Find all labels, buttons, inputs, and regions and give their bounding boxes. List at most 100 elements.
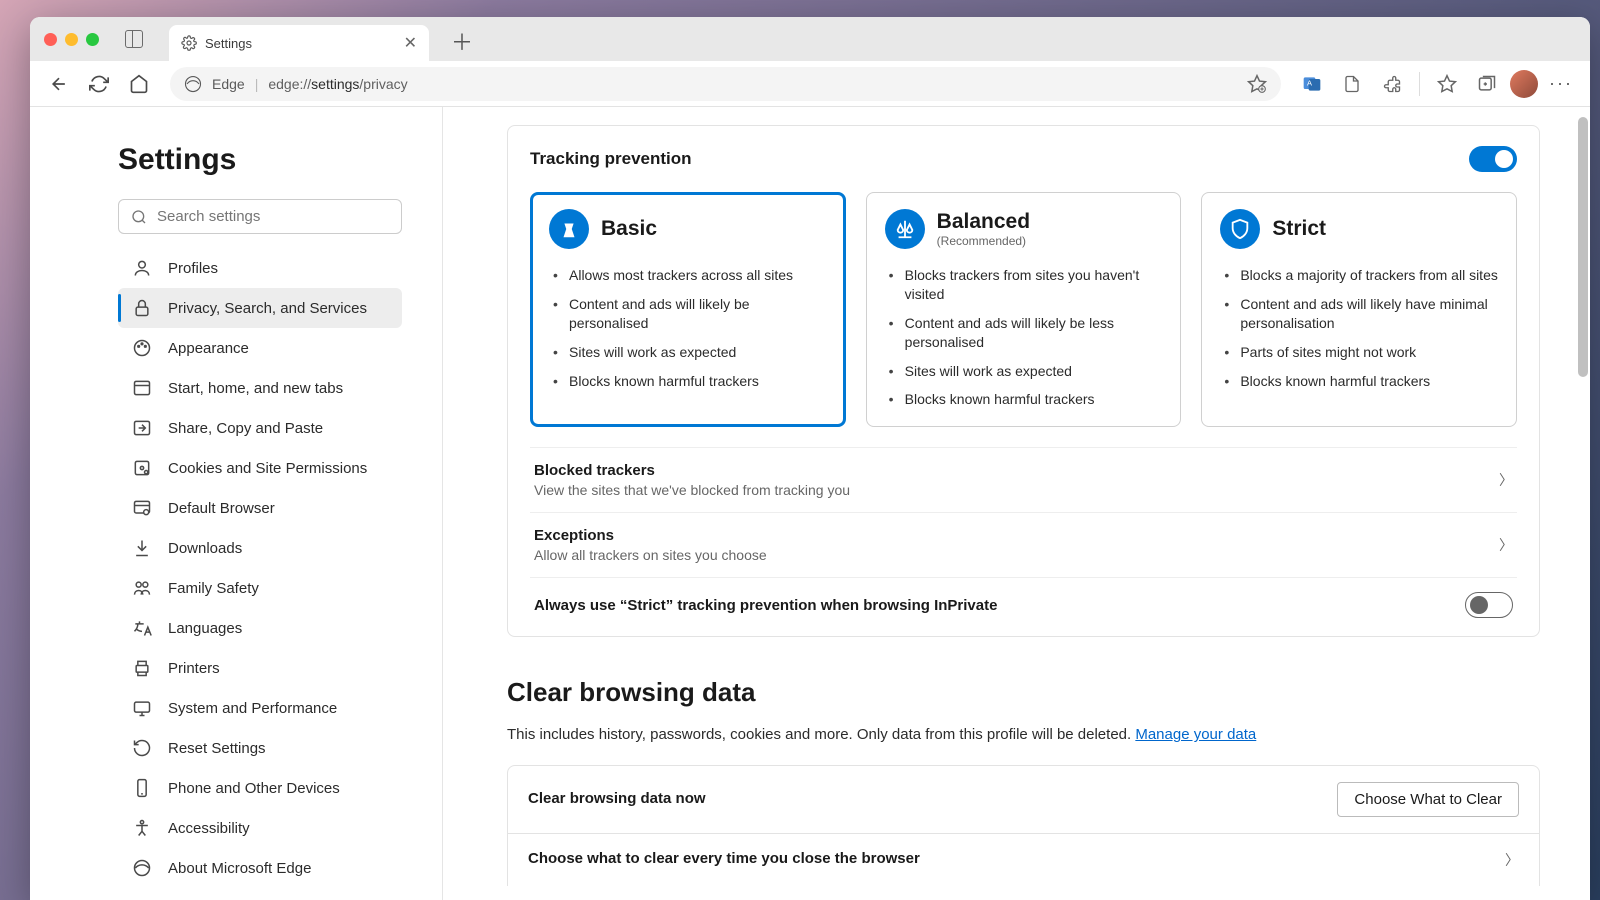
collections-button[interactable] — [1470, 67, 1504, 101]
exceptions-title: Exceptions — [534, 527, 1487, 544]
tracking-toggle[interactable] — [1469, 146, 1517, 172]
address-divider: | — [255, 76, 259, 92]
settings-nav: ProfilesPrivacy, Search, and Services App… — [118, 248, 402, 888]
blocked-trackers-row[interactable]: Blocked trackers View the sites that we'… — [530, 447, 1517, 512]
sidebar-item-reset[interactable]: Reset Settings — [118, 728, 402, 768]
choose-clear-button[interactable]: Choose What to Clear — [1337, 782, 1519, 817]
sidebar-item-label: Phone and Other Devices — [168, 780, 340, 797]
manage-data-link[interactable]: Manage your data — [1135, 726, 1256, 743]
address-brand: Edge — [212, 76, 245, 92]
settings-main: Tracking prevention BasicAllows most tra… — [443, 107, 1590, 900]
settings-sidebar: Settings Search settings ProfilesPrivacy… — [30, 107, 443, 900]
card-point: Sites will work as expected — [889, 357, 1163, 386]
chevron-right-icon: 〉 — [1505, 850, 1519, 870]
tracking-level-cards: BasicAllows most trackers across all sit… — [530, 192, 1517, 427]
card-title: Basic — [601, 217, 657, 240]
sidebar-item-label: About Microsoft Edge — [168, 860, 311, 877]
minimize-window-button[interactable] — [65, 33, 78, 46]
sidebar-item-label: System and Performance — [168, 700, 337, 717]
refresh-button[interactable] — [82, 67, 116, 101]
clear-data-desc: This includes history, passwords, cookie… — [507, 726, 1540, 743]
card-icon — [549, 209, 589, 249]
home-button[interactable] — [122, 67, 156, 101]
blocked-trackers-title: Blocked trackers — [534, 462, 1487, 479]
card-subtitle: (Recommended) — [937, 234, 1030, 248]
read-aloud-icon[interactable] — [1335, 67, 1369, 101]
maximize-window-button[interactable] — [86, 33, 99, 46]
favorite-icon[interactable] — [1247, 74, 1267, 94]
strict-inprivate-toggle[interactable] — [1465, 592, 1513, 618]
sidebar-item-phone[interactable]: Phone and Other Devices — [118, 768, 402, 808]
sidebar-item-label: Accessibility — [168, 820, 250, 837]
exceptions-desc: Allow all trackers on sites you choose — [534, 547, 1487, 563]
card-point: Blocks trackers from sites you haven't v… — [889, 261, 1163, 309]
sidebar-item-printer[interactable]: Printers — [118, 648, 402, 688]
clear-data-heading: Clear browsing data — [507, 677, 1540, 708]
sidebar-item-system[interactable]: System and Performance — [118, 688, 402, 728]
back-button[interactable] — [42, 67, 76, 101]
tracking-card-strict[interactable]: Strict Blocks a majority of trackers from… — [1201, 192, 1517, 427]
scrollbar[interactable] — [1578, 117, 1588, 377]
card-point: Blocks a majority of trackers from all s… — [1224, 261, 1498, 290]
settings-search-input[interactable]: Search settings — [118, 199, 402, 234]
tracking-heading: Tracking prevention — [530, 149, 692, 169]
clear-on-close-row[interactable]: Choose what to clear every time you clos… — [507, 833, 1540, 886]
gear-icon — [181, 35, 197, 51]
tracking-card-basic[interactable]: BasicAllows most trackers across all sit… — [530, 192, 846, 427]
card-point: Content and ads will likely be less pers… — [889, 309, 1163, 357]
sidebar-item-family[interactable]: Family Safety — [118, 568, 402, 608]
tab-close-button[interactable]: ✕ — [404, 33, 417, 53]
sidebar-item-window[interactable]: Start, home, and new tabs — [118, 368, 402, 408]
browser-toolbar: Edge | edge://settings/privacy A ··· — [30, 61, 1590, 107]
exceptions-row[interactable]: Exceptions Allow all trackers on sites y… — [530, 512, 1517, 577]
sidebar-item-browser[interactable]: Default Browser — [118, 488, 402, 528]
extensions-icon[interactable] — [1375, 67, 1409, 101]
tab-settings[interactable]: Settings ✕ — [169, 25, 429, 61]
tab-overview-icon[interactable] — [125, 30, 143, 48]
card-point: Blocks known harmful trackers — [553, 367, 827, 396]
browser-window: Settings ✕ ＋ Edge | edge://settings/priv… — [30, 17, 1590, 900]
card-points: Blocks trackers from sites you haven't v… — [885, 261, 1163, 414]
card-point: Blocks known harmful trackers — [1224, 367, 1498, 396]
address-bar[interactable]: Edge | edge://settings/privacy — [170, 67, 1281, 101]
sidebar-item-share[interactable]: Share, Copy and Paste — [118, 408, 402, 448]
sidebar-item-label: Languages — [168, 620, 242, 637]
sidebar-item-edge[interactable]: About Microsoft Edge — [118, 848, 402, 888]
profile-avatar[interactable] — [1510, 70, 1538, 98]
search-placeholder: Search settings — [157, 208, 260, 225]
more-menu-button[interactable]: ··· — [1544, 67, 1578, 101]
card-point: Content and ads will likely be personali… — [553, 290, 827, 338]
sidebar-item-label: Start, home, and new tabs — [168, 380, 343, 397]
clear-now-row: Clear browsing data now Choose What to C… — [507, 765, 1540, 833]
card-point: Content and ads will likely have minimal… — [1224, 290, 1498, 338]
favorites-button[interactable] — [1430, 67, 1464, 101]
card-title: Balanced — [937, 210, 1030, 233]
sidebar-item-palette[interactable]: Appearance — [118, 328, 402, 368]
clear-on-close-label: Choose what to clear every time you clos… — [528, 850, 920, 867]
close-window-button[interactable] — [44, 33, 57, 46]
card-points: Blocks a majority of trackers from all s… — [1220, 261, 1498, 395]
sidebar-item-label: Printers — [168, 660, 220, 677]
edge-logo-icon — [184, 75, 202, 93]
sidebar-item-profile[interactable]: Profiles — [118, 248, 402, 288]
sidebar-item-label: Share, Copy and Paste — [168, 420, 323, 437]
card-point: Blocks known harmful trackers — [889, 385, 1163, 414]
tab-title: Settings — [205, 36, 252, 51]
address-url: edge://settings/privacy — [268, 76, 407, 92]
card-icon — [1220, 209, 1260, 249]
new-tab-button[interactable]: ＋ — [451, 25, 473, 57]
sidebar-item-label: Cookies and Site Permissions — [168, 460, 367, 477]
card-point: Parts of sites might not work — [1224, 338, 1498, 367]
tracking-prevention-panel: Tracking prevention BasicAllows most tra… — [507, 125, 1540, 637]
sidebar-item-label: Downloads — [168, 540, 242, 557]
tracking-card-balanced[interactable]: Balanced(Recommended) Blocks trackers fro… — [866, 192, 1182, 427]
sidebar-item-accessibility[interactable]: Accessibility — [118, 808, 402, 848]
sidebar-item-label: Appearance — [168, 340, 249, 357]
sidebar-item-cookie[interactable]: Cookies and Site Permissions — [118, 448, 402, 488]
translate-icon[interactable]: A — [1295, 67, 1329, 101]
card-title: Strict — [1272, 217, 1326, 240]
search-icon — [131, 209, 147, 225]
sidebar-item-language[interactable]: Languages — [118, 608, 402, 648]
sidebar-item-download[interactable]: Downloads — [118, 528, 402, 568]
sidebar-item-lock[interactable]: Privacy, Search, and Services — [118, 288, 402, 328]
